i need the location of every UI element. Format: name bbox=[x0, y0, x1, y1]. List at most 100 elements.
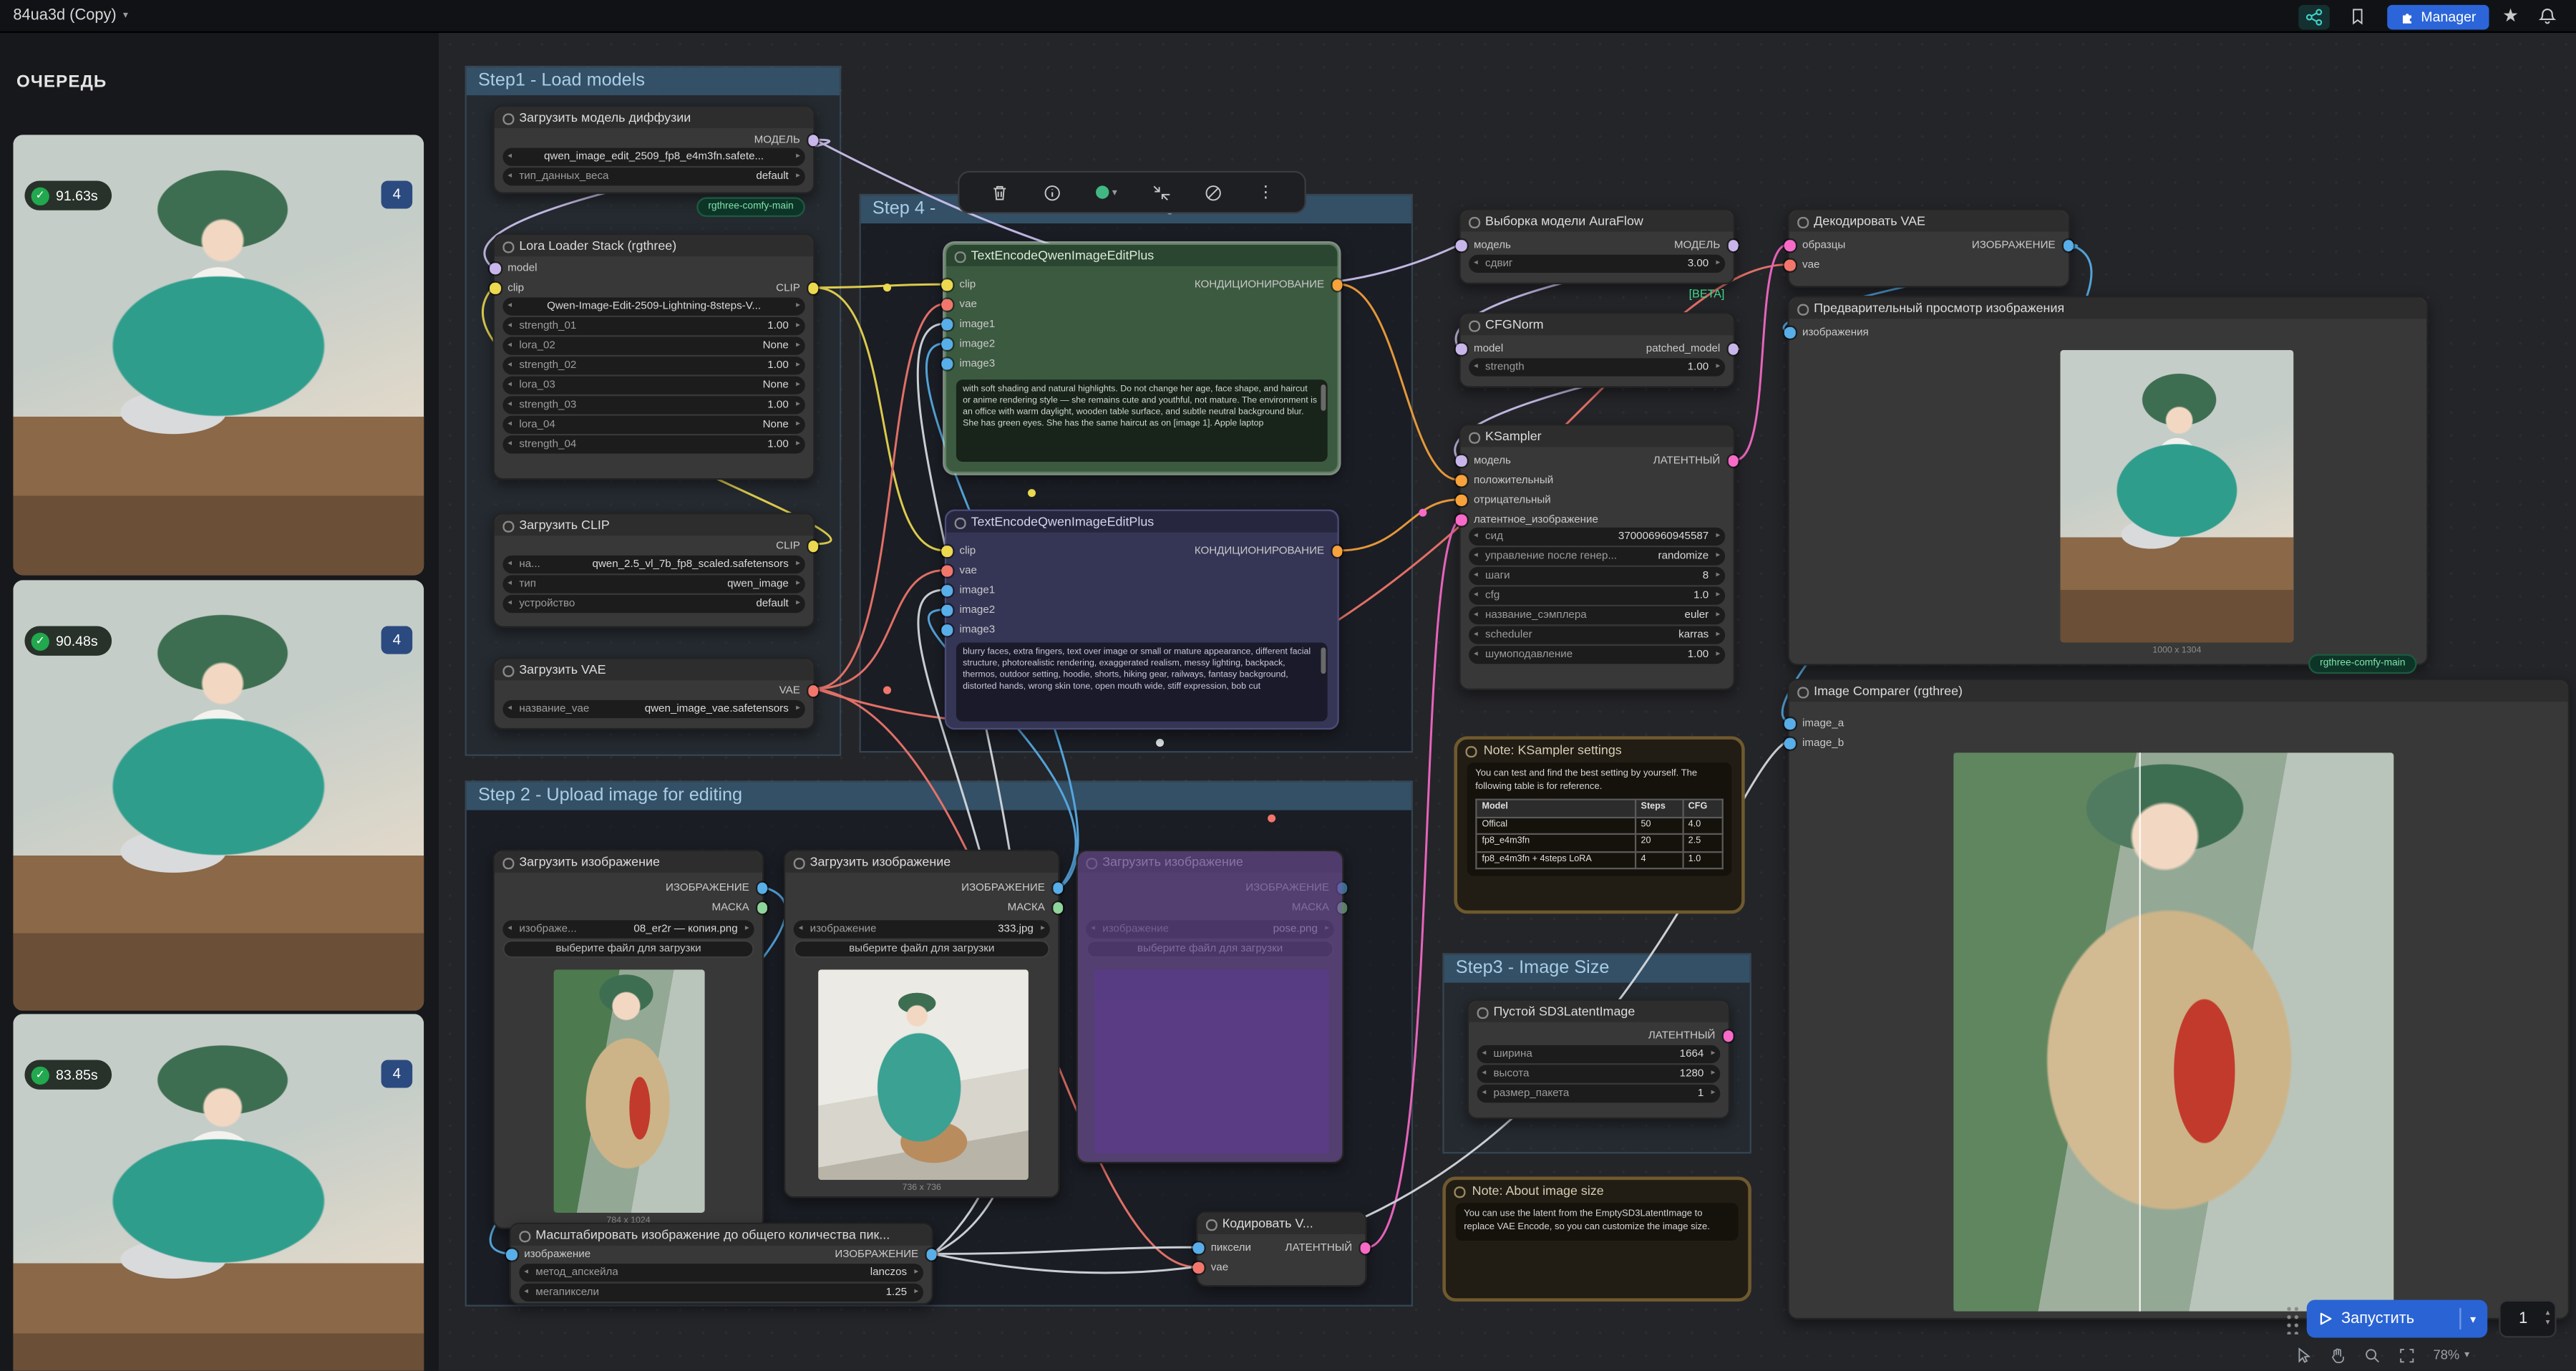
next-arrow-icon[interactable]: ▸ bbox=[1716, 567, 1721, 584]
next-arrow-icon[interactable]: ▸ bbox=[1716, 528, 1721, 545]
port-dot-icon[interactable] bbox=[1456, 514, 1467, 525]
zoom-tool-button[interactable] bbox=[2364, 1347, 2381, 1363]
next-arrow-icon[interactable]: ▸ bbox=[1716, 646, 1721, 663]
node-title[interactable]: Масштабировать изображение до общего кол… bbox=[511, 1224, 932, 1246]
input-samples[interactable]: образцы bbox=[1802, 238, 1845, 253]
port-dot-icon[interactable] bbox=[1359, 1242, 1370, 1253]
input-image-a[interactable]: image_a bbox=[1802, 717, 1844, 732]
widget-control-after-generate[interactable]: ◂управление после генер...randomize▸ bbox=[1469, 547, 1725, 564]
collapse-node-button[interactable] bbox=[1152, 183, 1170, 201]
node-title[interactable]: CFGNorm bbox=[1461, 314, 1734, 335]
stepper-arrows[interactable]: ▴▾ bbox=[2546, 1309, 2555, 1327]
widget-lora-03[interactable]: ◂lora_03None▸ bbox=[502, 377, 805, 394]
node-load-image-2[interactable]: Загрузить изображение ИЗОБРАЖЕНИЕ МАСКА … bbox=[784, 850, 1060, 1198]
next-arrow-icon[interactable]: ▸ bbox=[1716, 586, 1721, 604]
node-load-image-3-bypassed[interactable]: Загрузить изображение ИЗОБРАЖЕНИЕ МАСКА … bbox=[1076, 850, 1343, 1163]
port-dot-icon[interactable] bbox=[941, 546, 952, 556]
port-dot-icon[interactable] bbox=[757, 902, 767, 913]
next-arrow-icon[interactable]: ▸ bbox=[796, 435, 800, 452]
node-title[interactable]: Загрузить VAE bbox=[495, 659, 813, 680]
port-dot-icon[interactable] bbox=[941, 605, 952, 616]
node-title[interactable]: Загрузить изображение bbox=[495, 851, 762, 873]
port-dot-icon[interactable] bbox=[2063, 240, 2074, 251]
input-image1[interactable]: image1 bbox=[960, 583, 996, 599]
output-mask[interactable]: МАСКА bbox=[1008, 901, 1045, 916]
next-arrow-icon[interactable]: ▸ bbox=[1711, 1085, 1716, 1102]
input-image2[interactable]: image2 bbox=[960, 603, 996, 618]
input-clip[interactable]: clip bbox=[960, 544, 976, 559]
prev-arrow-icon[interactable]: ◂ bbox=[1474, 255, 1478, 272]
next-arrow-icon[interactable]: ▸ bbox=[1711, 1045, 1716, 1062]
node-model-sampling-auraflow[interactable]: Выборка модели AuraFlow модель МОДЕЛЬ ◂с… bbox=[1459, 209, 1735, 285]
image-preview[interactable] bbox=[554, 969, 705, 1213]
input-image2[interactable]: image2 bbox=[960, 337, 996, 352]
widget-ckpt-name[interactable]: ◂qwen_image_edit_2509_fp8_e4m3fn.safete.… bbox=[502, 148, 805, 165]
input-model[interactable]: model bbox=[1474, 341, 1503, 357]
next-arrow-icon[interactable]: ▸ bbox=[1716, 358, 1721, 375]
port-dot-icon[interactable] bbox=[1723, 1030, 1734, 1041]
port-dot-icon[interactable] bbox=[1456, 495, 1467, 505]
port-dot-icon[interactable] bbox=[807, 135, 818, 145]
widget-cfg[interactable]: ◂cfg1.0▸ bbox=[1469, 586, 1725, 604]
delete-node-button[interactable] bbox=[990, 183, 1008, 201]
input-image[interactable]: изображение bbox=[524, 1247, 590, 1262]
widget-lora-1[interactable]: ◂Qwen-Image-Edit-2509-Lightning-8steps-V… bbox=[502, 297, 805, 314]
port-dot-icon[interactable] bbox=[941, 339, 952, 349]
next-arrow-icon[interactable]: ▸ bbox=[796, 416, 800, 433]
node-title[interactable]: Предварительный просмотр изображения bbox=[1789, 297, 2427, 319]
node-title[interactable]: TextEncodeQwenImageEditPlus bbox=[946, 245, 1337, 266]
widget-device[interactable]: ◂устройствоdefault▸ bbox=[502, 595, 805, 612]
port-dot-icon[interactable] bbox=[941, 279, 952, 290]
node-title[interactable]: Загрузить CLIP bbox=[495, 514, 813, 536]
prompt-textarea[interactable]: blurry faces, extra fingers, text over i… bbox=[956, 643, 1328, 722]
port-dot-icon[interactable] bbox=[490, 263, 500, 273]
next-arrow-icon[interactable]: ▸ bbox=[796, 377, 800, 394]
port-dot-icon[interactable] bbox=[1784, 327, 1795, 338]
queue-item[interactable]: ✓90.48s 4 bbox=[13, 580, 424, 1010]
widget-vae-name[interactable]: ◂название_vaeqwen_image_vae.safetensors▸ bbox=[502, 700, 805, 717]
widget-image-file[interactable]: ◂изображе...08_er2r — копия.png▸ bbox=[502, 920, 754, 937]
node-load-clip[interactable]: Загрузить CLIP CLIP ◂на...qwen_2.5_vl_7b… bbox=[493, 513, 815, 628]
next-arrow-icon[interactable]: ▸ bbox=[796, 595, 800, 612]
prev-arrow-icon[interactable]: ◂ bbox=[507, 575, 512, 592]
output-image[interactable]: ИЗОБРАЖЕНИЕ bbox=[961, 881, 1045, 896]
node-title[interactable]: Кодировать V... bbox=[1197, 1213, 1365, 1234]
port-dot-icon[interactable] bbox=[1192, 1262, 1203, 1273]
next-arrow-icon[interactable]: ▸ bbox=[796, 317, 800, 334]
bookmark-button[interactable] bbox=[2342, 4, 2373, 29]
more-options-button[interactable]: ⋮ bbox=[1258, 183, 1274, 201]
node-load-image-1[interactable]: Загрузить изображение ИЗОБРАЖЕНИЕ МАСКА … bbox=[493, 850, 764, 1229]
port-dot-icon[interactable] bbox=[807, 283, 818, 294]
input-negative[interactable]: отрицательный bbox=[1474, 493, 1551, 508]
prev-arrow-icon[interactable]: ◂ bbox=[507, 920, 512, 937]
input-clip[interactable]: clip bbox=[507, 281, 524, 296]
prev-arrow-icon[interactable]: ◂ bbox=[1474, 567, 1478, 584]
upload-file-button[interactable]: выберите файл для загрузки bbox=[794, 940, 1050, 957]
port-dot-icon[interactable] bbox=[1331, 279, 1342, 290]
port-dot-icon[interactable] bbox=[1728, 240, 1739, 251]
next-arrow-icon[interactable]: ▸ bbox=[914, 1264, 918, 1281]
output-model[interactable]: МОДЕЛЬ bbox=[754, 133, 800, 148]
port-dot-icon[interactable] bbox=[941, 624, 952, 635]
pan-tool-button[interactable] bbox=[2330, 1347, 2346, 1363]
workflow-graph-button[interactable] bbox=[2298, 4, 2329, 29]
port-dot-icon[interactable] bbox=[1784, 718, 1795, 729]
node-title[interactable]: KSampler bbox=[1461, 426, 1734, 447]
chevron-down-icon[interactable]: ▾ bbox=[2470, 1312, 2476, 1325]
next-arrow-icon[interactable]: ▸ bbox=[1716, 626, 1721, 644]
widget-strength-01[interactable]: ◂strength_011.00▸ bbox=[502, 317, 805, 334]
input-pixels[interactable]: пиксели bbox=[1211, 1241, 1251, 1256]
prev-arrow-icon[interactable]: ◂ bbox=[507, 435, 512, 452]
port-dot-icon[interactable] bbox=[941, 585, 952, 596]
input-latent-image[interactable]: латентное_изображение bbox=[1474, 513, 1598, 528]
widget-weight-dtype[interactable]: ◂тип_данных_весаdefault▸ bbox=[502, 168, 805, 185]
prev-arrow-icon[interactable]: ◂ bbox=[1474, 528, 1478, 545]
prev-arrow-icon[interactable]: ◂ bbox=[507, 297, 512, 314]
upload-file-button[interactable]: выберите файл для загрузки bbox=[502, 940, 754, 957]
prev-arrow-icon[interactable]: ◂ bbox=[1474, 547, 1478, 564]
widget-megapixels[interactable]: ◂мегапиксели1.25▸ bbox=[519, 1284, 923, 1301]
next-arrow-icon[interactable]: ▸ bbox=[1716, 255, 1721, 272]
widget-clip-type[interactable]: ◂типqwen_image▸ bbox=[502, 575, 805, 592]
widget-lora-04[interactable]: ◂lora_04None▸ bbox=[502, 416, 805, 433]
port-dot-icon[interactable] bbox=[807, 541, 818, 551]
